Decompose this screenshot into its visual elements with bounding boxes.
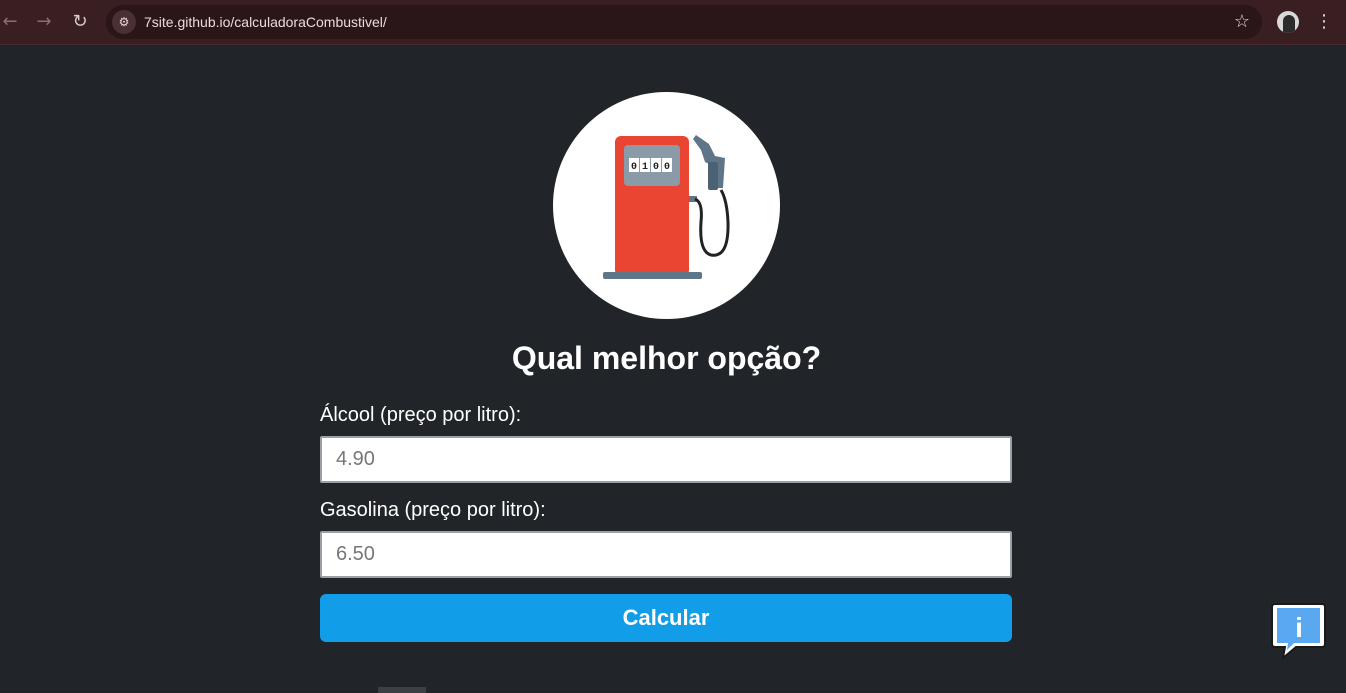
site-settings-icon[interactable]: ⚙: [112, 10, 136, 34]
display-digit: 1: [642, 162, 648, 173]
info-button[interactable]: i: [1270, 600, 1328, 661]
alcohol-label: Álcool (preço por litro):: [320, 404, 522, 426]
bookmark-star-icon[interactable]: ☆: [1234, 5, 1250, 39]
info-speech-bubble-icon: i: [1271, 603, 1326, 661]
alcohol-price-input[interactable]: [320, 436, 1012, 483]
gasoline-label: Gasolina (preço por litro):: [320, 499, 546, 521]
display-digit: 0: [631, 162, 637, 173]
info-glyph: i: [1295, 612, 1303, 643]
back-arrow-icon[interactable]: ←: [0, 8, 24, 36]
fuel-pump-icon: 0 1 0 0: [603, 135, 730, 279]
fuel-pump-logo: 0 1 0 0: [553, 92, 780, 319]
pump-hose: [694, 189, 730, 257]
browser-toolbar: ← → ↻ ⚙ 7site.github.io/calculadoraCombu…: [0, 0, 1346, 45]
display-digit: 0: [664, 162, 670, 173]
page-title: Qual melhor opção?: [511, 340, 822, 376]
pump-base: [603, 272, 702, 279]
browser-menu-icon[interactable]: ⋮: [1312, 8, 1336, 36]
horizontal-scrollbar[interactable]: [378, 687, 426, 693]
display-digit: 0: [653, 162, 659, 173]
address-bar[interactable]: ⚙ 7site.github.io/calculadoraCombustivel…: [106, 5, 1262, 39]
gasoline-price-input[interactable]: [320, 531, 1012, 578]
forward-arrow-icon[interactable]: →: [30, 8, 58, 36]
calculate-button[interactable]: Calcular: [320, 594, 1012, 642]
reload-icon[interactable]: ↻: [66, 8, 94, 36]
url-text[interactable]: 7site.github.io/calculadoraCombustivel/: [144, 5, 387, 39]
profile-avatar[interactable]: [1277, 11, 1299, 33]
